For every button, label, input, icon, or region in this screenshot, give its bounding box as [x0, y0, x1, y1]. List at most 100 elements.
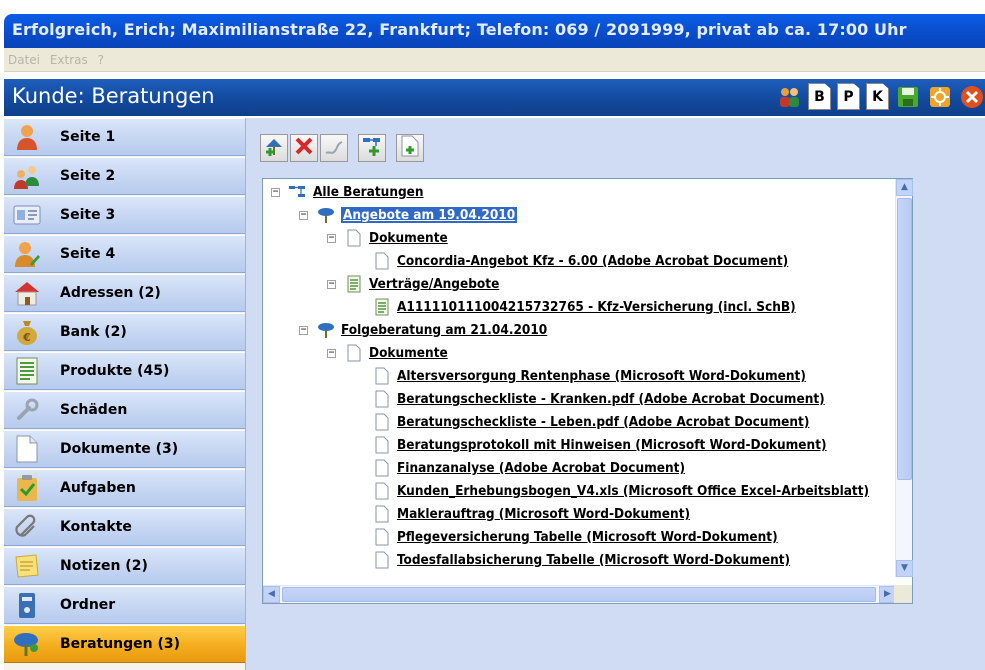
sidebar-item-seite-2[interactable]: Seite 2 — [4, 157, 245, 195]
horizontal-scrollbar[interactable]: ◀ ▶ — [263, 585, 896, 603]
tree-node-angebote[interactable]: − Angebote am 19.04.2010 — [299, 204, 518, 226]
sidebar-item-seite-4[interactable]: Seite 4 — [4, 235, 245, 273]
wrench-icon — [12, 395, 42, 425]
scroll-up-icon[interactable]: ▲ — [896, 179, 913, 196]
document-icon — [373, 459, 391, 477]
vertical-scroll-thumb[interactable] — [897, 198, 912, 480]
tree-node-document[interactable]: Concordia-Angebot Kfz - 6.00 (Adobe Acro… — [373, 250, 788, 272]
sidebar-item-seite-1[interactable]: Seite 1 — [4, 118, 245, 156]
sidebar-item-notizen[interactable]: Notizen (2) — [4, 547, 245, 585]
add-node-button[interactable] — [358, 134, 386, 162]
collapse-toggle[interactable]: − — [299, 325, 308, 335]
document-icon — [345, 344, 363, 362]
delete-icon — [293, 135, 315, 161]
horizontal-scroll-thumb[interactable] — [282, 587, 876, 602]
sidebar-item-beratungen[interactable]: Beratungen (3) — [4, 625, 245, 663]
collapse-toggle[interactable]: − — [327, 279, 336, 289]
task-icon — [12, 473, 42, 503]
collapse-toggle[interactable]: − — [327, 233, 336, 243]
tree-node-document[interactable]: Beratungsprotokoll mit Hinweisen (Micros… — [373, 434, 827, 456]
new-document-button[interactable] — [396, 134, 424, 162]
sidebar-item-adressen[interactable]: Adressen (2) — [4, 274, 245, 312]
consultation-icon — [12, 629, 42, 659]
vertical-scrollbar[interactable]: ▲ ▼ — [895, 179, 913, 577]
sidebar: Seite 1 Seite 2 Seite 3 Seite 4 Adressen… — [4, 118, 245, 670]
sidebar-item-ordner[interactable]: Ordner — [4, 586, 245, 624]
sidebar-item-dokumente[interactable]: Dokumente (3) — [4, 430, 245, 468]
collapse-toggle[interactable]: − — [327, 348, 336, 358]
menu-extras[interactable]: Extras — [50, 53, 88, 67]
sidebar-item-label: Seite 1 — [60, 129, 116, 145]
p-document-label: P — [843, 89, 854, 105]
menu-help[interactable]: ? — [98, 53, 104, 67]
sidebar-item-produkte[interactable]: Produkte (45) — [4, 352, 245, 390]
scroll-down-icon[interactable]: ▼ — [896, 560, 913, 577]
tree-node-dokumente[interactable]: − Dokumente — [327, 227, 448, 249]
navigate-icon[interactable] — [927, 83, 953, 110]
sidebar-item-label: Bank (2) — [60, 324, 127, 340]
new-document-icon — [400, 135, 420, 161]
tree-node-document[interactable]: Beratungscheckliste - Kranken.pdf (Adobe… — [373, 388, 825, 410]
tree-node-label: Folgeberatung am 21.04.2010 — [341, 322, 548, 338]
tree-node-label: Altersversorgung Rentenphase (Microsoft … — [397, 368, 806, 384]
tree-node-alle-beratungen[interactable]: − Alle Beratungen — [271, 181, 424, 203]
b-document-icon[interactable]: B — [808, 83, 831, 110]
close-icon[interactable] — [959, 83, 985, 110]
document-icon — [373, 390, 391, 408]
k-document-icon[interactable]: K — [866, 83, 889, 110]
folder-icon — [12, 590, 42, 620]
page-header: Kunde: Beratungen B P K — [4, 79, 985, 116]
document-icon — [373, 252, 391, 270]
sidebar-item-seite-3[interactable]: Seite 3 — [4, 196, 245, 234]
group-icon — [12, 161, 42, 191]
document-icon — [373, 505, 391, 523]
tree-node-label: Beratungsprotokoll mit Hinweisen (Micros… — [397, 437, 827, 453]
document-icon — [345, 229, 363, 247]
tree-node-document[interactable]: Beratungscheckliste - Leben.pdf (Adobe A… — [373, 411, 809, 433]
tree-node-contract[interactable]: A111110111004215732765 - Kfz-Versicherun… — [373, 296, 796, 318]
people-icon[interactable] — [776, 83, 802, 110]
tree-node-label: Maklerauftrag (Microsoft Word-Dokument) — [397, 506, 691, 522]
edit-button[interactable] — [320, 134, 348, 162]
tree-node-label: Verträge/Angebote — [369, 276, 500, 292]
tree-node-document[interactable]: Finanzanalyse (Adobe Acrobat Document) — [373, 457, 685, 479]
add-consultation-button[interactable] — [260, 134, 288, 162]
tree-node-label: Dokumente — [369, 345, 448, 361]
tree-root-icon — [289, 183, 307, 201]
tree-node-document[interactable]: Altersversorgung Rentenphase (Microsoft … — [373, 365, 806, 387]
edit-icon — [323, 135, 345, 161]
tree-node-label: Kunden_Erhebungsbogen_V4.xls (Microsoft … — [397, 483, 870, 499]
person-icon — [12, 122, 42, 152]
collapse-toggle[interactable]: − — [299, 210, 308, 220]
sidebar-item-kontakte[interactable]: Kontakte — [4, 508, 245, 546]
main-panel: − Alle Beratungen − Angebote am 19.04.20… — [245, 118, 985, 670]
tree-node-document[interactable]: Pflegeversicherung Tabelle (Microsoft Wo… — [373, 526, 778, 548]
sidebar-item-bank[interactable]: € Bank (2) — [4, 313, 245, 351]
save-icon[interactable] — [895, 83, 921, 110]
svg-text:€: € — [22, 331, 31, 344]
tree-node-dokumente[interactable]: − Dokumente — [327, 342, 448, 364]
tree-node-folgeberatung[interactable]: − Folgeberatung am 21.04.2010 — [299, 319, 547, 341]
delete-button[interactable] — [290, 134, 318, 162]
sidebar-item-label: Notizen (2) — [60, 558, 148, 574]
p-document-icon[interactable]: P — [837, 83, 860, 110]
tree-node-label: Finanzanalyse (Adobe Acrobat Document) — [397, 460, 686, 476]
sidebar-item-label: Aufgaben — [60, 480, 136, 496]
k-document-label: K — [872, 89, 883, 105]
tree-node-document[interactable]: Todesfallabsicherung Tabelle (Microsoft … — [373, 549, 790, 571]
tree-node-label: Dokumente — [369, 230, 448, 246]
collapse-toggle[interactable]: − — [271, 187, 280, 197]
document-icon — [373, 482, 391, 500]
tree-node-vertraege[interactable]: − Verträge/Angebote — [327, 273, 499, 295]
consultation-icon — [317, 206, 335, 224]
sidebar-item-schaeden[interactable]: Schäden — [4, 391, 245, 429]
menu-datei[interactable]: Datei — [8, 53, 40, 67]
sidebar-item-aufgaben[interactable]: Aufgaben — [4, 469, 245, 507]
product-list-icon — [12, 356, 42, 386]
tree-node-label: Pflegeversicherung Tabelle (Microsoft Wo… — [397, 529, 778, 545]
tree-node-document[interactable]: Maklerauftrag (Microsoft Word-Dokument) — [373, 503, 690, 525]
scroll-left-icon[interactable]: ◀ — [263, 586, 280, 603]
tree-node-document[interactable]: Kunden_Erhebungsbogen_V4.xls (Microsoft … — [373, 480, 869, 502]
scrollbar-corner — [894, 585, 912, 603]
money-bag-icon: € — [12, 317, 42, 347]
